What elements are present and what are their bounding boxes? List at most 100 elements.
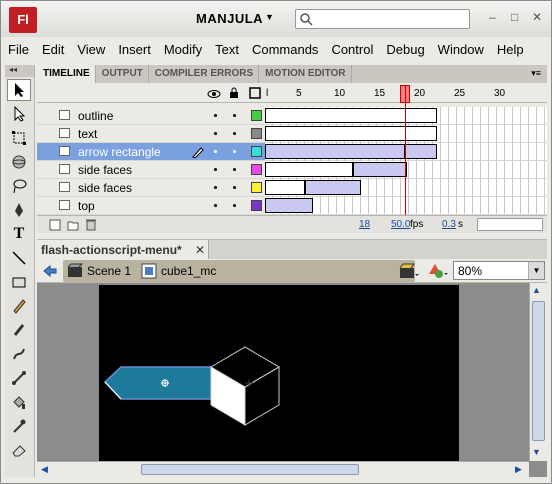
minimize-button[interactable]: – <box>489 10 496 24</box>
vertical-scrollbar[interactable]: ▲ ▼ <box>529 283 547 461</box>
layer-frames[interactable] <box>265 161 547 178</box>
menu-commands[interactable]: Commands <box>245 39 324 61</box>
rectangle-tool-icon[interactable] <box>7 271 31 293</box>
selection-tool-icon[interactable] <box>7 79 31 101</box>
subselection-tool-icon[interactable] <box>7 103 31 125</box>
menu-modify[interactable]: Modify <box>157 39 208 61</box>
menu-insert[interactable]: Insert <box>111 39 157 61</box>
trash-icon[interactable] <box>85 218 97 231</box>
menu-window[interactable]: Window <box>431 39 490 61</box>
lock-icon[interactable] <box>229 87 239 99</box>
lock-dot[interactable] <box>233 186 236 189</box>
back-arrow-icon[interactable] <box>43 264 57 278</box>
horizontal-scrollbar[interactable]: ◀ ▶ <box>37 461 529 477</box>
menu-control[interactable]: Control <box>324 39 379 61</box>
scroll-up-icon[interactable]: ▲ <box>532 285 541 295</box>
lock-dot[interactable] <box>233 114 236 117</box>
pencil-tool-icon[interactable] <box>7 295 31 317</box>
new-layer-icon[interactable] <box>49 219 61 231</box>
text-tool-icon[interactable]: T <box>7 223 31 245</box>
hscroll-thumb[interactable] <box>141 464 359 475</box>
tab-motion-editor[interactable]: MOTION EDITOR <box>259 65 352 83</box>
visibility-dot[interactable] <box>214 132 217 135</box>
lasso-tool-icon[interactable] <box>7 175 31 197</box>
tab-compiler-errors[interactable]: COMPILER ERRORS <box>149 65 260 83</box>
lock-dot[interactable] <box>233 204 236 207</box>
menu-text[interactable]: Text <box>208 39 245 61</box>
visibility-dot[interactable] <box>214 186 217 189</box>
menu-view[interactable]: View <box>70 39 111 61</box>
3d-rotation-tool-icon[interactable] <box>7 151 31 173</box>
elapsed-time[interactable]: 0.3 <box>442 219 456 230</box>
visibility-dot[interactable] <box>214 168 217 171</box>
layer-row-side-faces[interactable]: side faces <box>37 161 547 179</box>
breadcrumb-scene[interactable]: Scene 1 <box>87 264 131 278</box>
layer-frames[interactable] <box>265 197 547 214</box>
chevron-down-icon[interactable]: ▼ <box>265 12 274 22</box>
tab-output[interactable]: OUTPUT <box>96 65 149 83</box>
menu-help[interactable]: Help <box>490 39 530 61</box>
edit-bar: Scene 1 cube1_mc 80% ▼ <box>37 259 547 283</box>
outline-color-swatch[interactable] <box>251 182 262 193</box>
free-transform-tool-icon[interactable] <box>7 127 31 149</box>
outline-color-swatch[interactable] <box>251 128 262 139</box>
eraser-tool-icon[interactable] <box>7 439 31 461</box>
maximize-button[interactable]: □ <box>511 10 518 24</box>
current-frame[interactable]: 18 <box>359 219 370 230</box>
eye-icon[interactable] <box>207 88 221 100</box>
layer-row-outline[interactable]: outline <box>37 107 547 125</box>
deco-tool-icon[interactable] <box>7 343 31 365</box>
lock-dot[interactable] <box>233 132 236 135</box>
outline-icon[interactable] <box>249 87 261 99</box>
close-button[interactable]: ✕ <box>532 10 542 24</box>
playhead[interactable] <box>405 85 406 215</box>
stage[interactable] <box>99 285 459 461</box>
menu-file[interactable]: File <box>1 39 35 61</box>
bone-tool-icon[interactable] <box>7 367 31 389</box>
pen-tool-icon[interactable] <box>7 199 31 221</box>
workspace-switcher[interactable]: MANJULA <box>196 11 263 26</box>
visibility-dot[interactable] <box>214 114 217 117</box>
layer-row-side-faces[interactable]: side faces <box>37 179 547 197</box>
close-icon[interactable]: ✕ <box>195 243 205 257</box>
layer-frames[interactable] <box>265 143 547 160</box>
outline-color-swatch[interactable] <box>251 164 262 175</box>
layer-row-top[interactable]: top <box>37 197 547 215</box>
chevron-down-icon[interactable]: ▼ <box>528 262 544 279</box>
outline-color-swatch[interactable] <box>251 200 262 211</box>
lock-dot[interactable] <box>233 168 236 171</box>
visibility-dot[interactable] <box>214 204 217 207</box>
tab-timeline[interactable]: TIMELINE <box>37 65 96 83</box>
visibility-dot[interactable] <box>214 150 217 153</box>
layer-frames[interactable] <box>265 107 547 124</box>
scroll-right-icon[interactable]: ▶ <box>515 464 522 475</box>
lock-dot[interactable] <box>233 150 236 153</box>
new-folder-icon[interactable] <box>67 219 79 231</box>
timeline-hscroll[interactable] <box>477 218 543 231</box>
collapse-icon[interactable]: ◂◂ <box>5 65 34 77</box>
eyedropper-tool-icon[interactable] <box>7 415 31 437</box>
frame-rate[interactable]: 50.0 <box>391 219 410 230</box>
breadcrumb-symbol[interactable]: cube1_mc <box>161 264 216 278</box>
layer-frames[interactable] <box>265 179 547 196</box>
line-tool-icon[interactable] <box>7 247 31 269</box>
menu-edit[interactable]: Edit <box>35 39 70 61</box>
edit-scene-icon[interactable] <box>399 263 419 279</box>
layer-frames[interactable] <box>265 125 547 142</box>
menu-debug[interactable]: Debug <box>379 39 430 61</box>
panel-menu-icon[interactable]: ▾≡ <box>531 68 541 79</box>
document-tab[interactable]: flash-actionscript-menu* ✕ <box>37 240 209 260</box>
vscroll-thumb[interactable] <box>532 301 545 441</box>
layer-row-arrow-rectangle[interactable]: arrow rectangle <box>37 143 547 161</box>
scroll-down-icon[interactable]: ▼ <box>532 447 541 457</box>
scroll-left-icon[interactable]: ◀ <box>41 464 48 475</box>
search-input[interactable] <box>295 9 470 29</box>
zoom-select[interactable]: 80% ▼ <box>453 261 545 280</box>
paint-bucket-tool-icon[interactable] <box>7 391 31 413</box>
brush-tool-icon[interactable] <box>7 319 31 341</box>
outline-color-swatch[interactable] <box>251 146 262 157</box>
menu-bar: File Edit View Insert Modify Text Comman… <box>1 39 551 61</box>
outline-color-swatch[interactable] <box>251 110 262 121</box>
layer-row-text[interactable]: text <box>37 125 547 143</box>
edit-symbol-icon[interactable] <box>427 262 449 280</box>
